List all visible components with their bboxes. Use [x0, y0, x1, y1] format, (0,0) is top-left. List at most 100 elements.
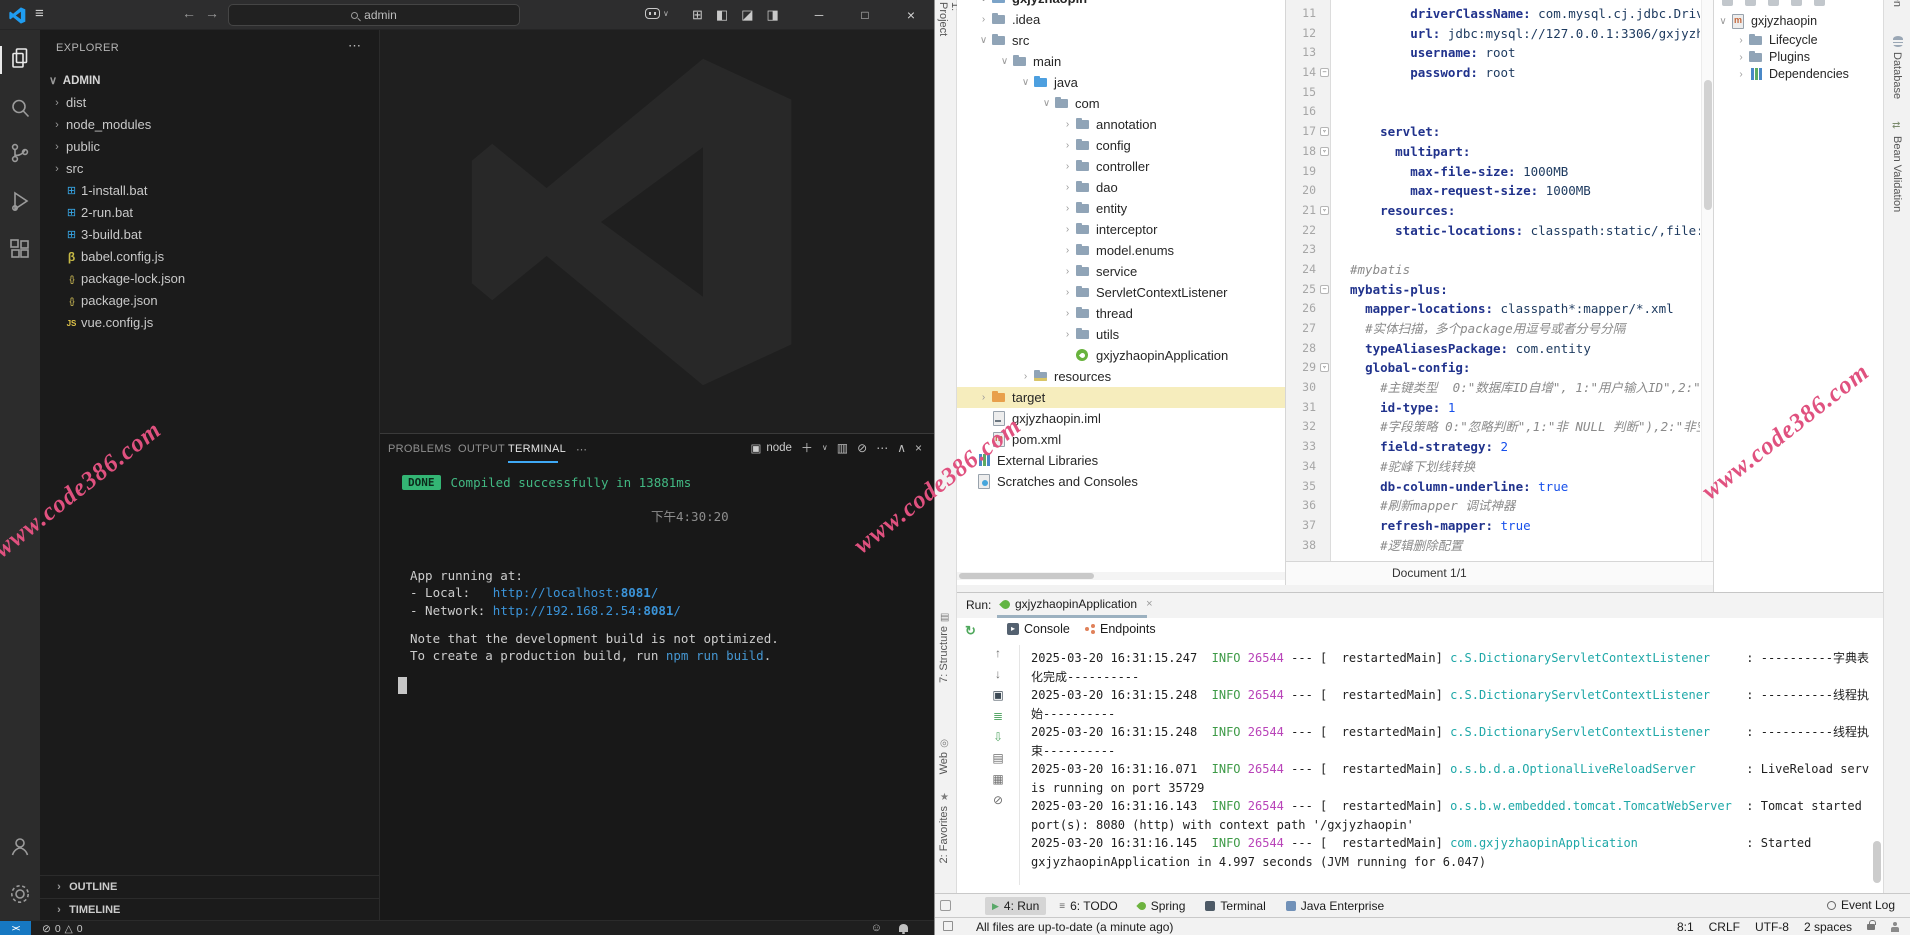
project-tree-item[interactable]: ›controller — [957, 156, 1285, 177]
search-view-icon[interactable] — [8, 96, 32, 120]
maximize-panel-icon[interactable]: ∧ — [897, 441, 906, 455]
close-tab-icon[interactable]: × — [1146, 598, 1152, 610]
source-control-icon[interactable] — [8, 141, 32, 165]
notifications-bell-icon[interactable] — [899, 924, 908, 932]
run-configuration-tab[interactable]: gxjyzhaopinApplication × — [1001, 597, 1153, 611]
project-tree-item[interactable]: ›thread — [957, 303, 1285, 324]
explorer-more-icon[interactable]: ⋯ — [348, 38, 361, 54]
project-tree-item[interactable]: ∨java — [957, 72, 1285, 93]
problems-status[interactable]: ⊘0 △0 — [42, 921, 83, 935]
tab-console[interactable]: ▸ Console — [1007, 622, 1070, 636]
up-stack-icon[interactable]: ↑ — [995, 647, 1001, 660]
caret-position[interactable]: 8:1 — [1677, 920, 1694, 934]
account-icon[interactable] — [8, 834, 32, 858]
indent-setting[interactable]: 2 spaces — [1804, 920, 1852, 934]
explorer-item[interactable]: package-lock.json — [40, 268, 379, 290]
project-tree-item[interactable]: External Libraries — [957, 450, 1285, 471]
line-ending[interactable]: CRLF — [1709, 920, 1740, 934]
timeline-section[interactable]: › TIMELINE — [40, 898, 379, 920]
editor-code[interactable]: driverClassName: com.mysql.cj.jdbc.Drive… — [1332, 0, 1700, 561]
project-tree-item[interactable]: ∨com — [957, 93, 1285, 114]
toggle-primary-sidebar-icon[interactable]: ◧ — [716, 7, 728, 23]
project-tree-item[interactable]: ›dao — [957, 177, 1285, 198]
bean-validation-tool-tab[interactable]: Bean Validation — [1891, 136, 1903, 212]
feedback-smiley-icon[interactable]: ☺ — [871, 922, 882, 934]
project-tree-item[interactable]: ›annotation — [957, 114, 1285, 135]
project-tree-item[interactable]: ›resources — [957, 366, 1285, 387]
event-log-button[interactable]: Event Log — [1827, 898, 1895, 912]
explorer-item[interactable]: babel.config.js — [40, 246, 379, 268]
explorer-item[interactable]: 3-build.bat — [40, 224, 379, 246]
forward-icon[interactable]: → — [205, 5, 228, 21]
run-debug-icon[interactable] — [8, 189, 32, 213]
project-tree-item[interactable]: ›target — [957, 387, 1285, 408]
scroll-to-end-icon[interactable]: ⇩ — [993, 731, 1003, 744]
menu-icon[interactable]: ≡ — [35, 5, 44, 22]
split-terminal-icon[interactable]: ▥ — [837, 441, 848, 455]
settings-gear-icon[interactable] — [8, 882, 32, 906]
down-stack-icon[interactable]: ↓ — [995, 668, 1001, 681]
project-tree-item[interactable]: gxjyzhaopinApplication — [957, 345, 1285, 366]
fold-marker[interactable]: ▿ — [1320, 363, 1329, 372]
fold-marker[interactable]: − — [1320, 285, 1329, 294]
explorer-root-folder[interactable]: ∨ ADMIN — [40, 70, 379, 92]
close-button[interactable]: × — [888, 0, 934, 30]
project-tree-item[interactable]: ›model.enums — [957, 240, 1285, 261]
explorer-item[interactable]: ›public — [40, 136, 379, 158]
explorer-item[interactable]: vue.config.js — [40, 312, 379, 334]
project-tree-item[interactable]: ›utils — [957, 324, 1285, 345]
web-tool-tab[interactable]: Web — [938, 752, 950, 774]
maven-tool-tab[interactable]: Maven — [1891, 0, 1903, 7]
panel-more-icon[interactable]: ⋯ — [576, 443, 587, 456]
tool-tab-run[interactable]: ▶4: Run — [985, 897, 1046, 915]
hector-icon[interactable] — [1890, 922, 1899, 932]
minimize-button[interactable]: ─ — [796, 0, 842, 30]
print-icon[interactable]: ▦ — [992, 773, 1003, 786]
project-tree-item[interactable]: ›.idea — [957, 9, 1285, 30]
console-scrollbar[interactable] — [1873, 643, 1881, 883]
toggle-stripes-icon[interactable] — [943, 921, 953, 931]
nav-arrows[interactable]: ←→ — [182, 5, 228, 21]
explorer-item[interactable]: ›node_modules — [40, 114, 379, 136]
explorer-item[interactable]: ›dist — [40, 92, 379, 114]
fold-marker[interactable]: ▿ — [1320, 127, 1329, 136]
explorer-item[interactable]: ›src — [40, 158, 379, 180]
project-tree-item[interactable]: pom.xml — [957, 429, 1285, 450]
explorer-icon[interactable] — [8, 46, 32, 70]
fold-marker[interactable]: − — [1320, 68, 1329, 77]
customize-layout-icon[interactable]: ⊞ — [692, 7, 703, 23]
outline-section[interactable]: › OUTLINE — [40, 875, 379, 897]
project-tree-item[interactable]: ›config — [957, 135, 1285, 156]
tool-tab-spring[interactable]: Spring — [1131, 897, 1193, 915]
project-tree-item[interactable]: ›entity — [957, 198, 1285, 219]
terminal-dropdown-icon[interactable]: ∨ — [822, 443, 828, 452]
project-tree-item[interactable]: ›service — [957, 261, 1285, 282]
tab-terminal[interactable]: TERMINAL — [508, 443, 566, 455]
structure-tool-tab[interactable]: 7: Structure — [938, 626, 950, 683]
project-tree-item[interactable]: ›interceptor — [957, 219, 1285, 240]
maximize-button[interactable]: □ — [842, 0, 888, 30]
toggle-panel-icon[interactable]: ◪ — [741, 7, 753, 23]
extensions-icon[interactable] — [8, 237, 32, 261]
tab-problems[interactable]: PROBLEMS — [388, 443, 452, 455]
maven-root-node[interactable]: ∨ gxjyzhaopin — [1716, 12, 1817, 30]
project-tree-item[interactable]: ›ServletContextListener — [957, 282, 1285, 303]
tab-endpoints[interactable]: Endpoints — [1085, 622, 1156, 636]
rerun-icon[interactable]: ↻ — [965, 623, 976, 639]
terminal-instance[interactable]: ▣node — [750, 441, 791, 455]
favorites-tool-tab[interactable]: 2: Favorites — [938, 806, 950, 863]
explorer-item[interactable]: 1-install.bat — [40, 180, 379, 202]
kill-terminal-icon[interactable]: ⊘ — [857, 441, 867, 455]
database-tool-tab[interactable]: Database — [1891, 52, 1903, 99]
project-tree-item[interactable]: ∨main — [957, 51, 1285, 72]
yaml-editor[interactable]: 11121314−151617▿18▿192021▿22232425−26272… — [1286, 0, 1713, 585]
maven-dependencies-node[interactable]: › Dependencies — [1734, 65, 1849, 83]
maven-plugins-node[interactable]: › Plugins — [1734, 48, 1810, 66]
remote-indicator[interactable]: >< — [0, 921, 31, 935]
split-view-icon[interactable]: ▤ — [992, 752, 1003, 765]
run-console-output[interactable]: 2025-03-20 16:31:15.247 INFO 26544 --- [… — [1031, 643, 1869, 887]
tool-tab-javaee[interactable]: Java Enterprise — [1279, 897, 1391, 915]
file-encoding[interactable]: UTF-8 — [1755, 920, 1789, 934]
maven-lifecycle-node[interactable]: › Lifecycle — [1734, 31, 1818, 49]
project-tree-item[interactable]: gxjyzhaopin.iml — [957, 408, 1285, 429]
